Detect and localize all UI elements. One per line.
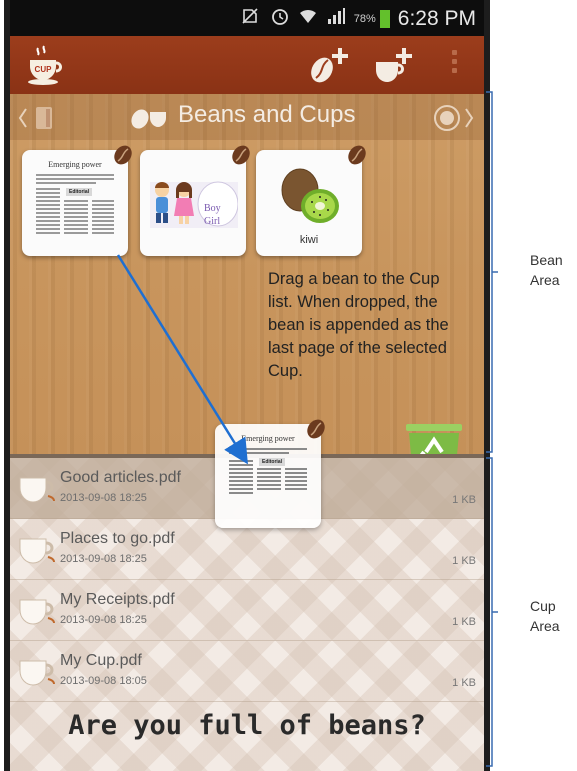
cup-icon <box>19 538 55 564</box>
drag-hint-text: Drag a bean to the Cup list. When droppe… <box>268 270 449 380</box>
status-icons: 78% 6:28 PM <box>242 6 476 31</box>
bean-area-annotation-line1: Bean <box>530 252 563 268</box>
coffee-bean-icon <box>307 419 325 439</box>
bean-area: Beans and Cups Emerging power Editorial … <box>10 94 484 489</box>
overflow-menu-icon[interactable] <box>452 50 458 77</box>
cup-size: 1 KB <box>452 616 476 628</box>
no-sim-icon <box>242 8 262 29</box>
dragged-bean[interactable]: Emerging power Editorial <box>215 419 325 528</box>
app-icon[interactable]: CUP <box>24 44 64 86</box>
add-cup-icon <box>376 48 412 82</box>
coffee-bean-icon <box>232 145 250 165</box>
alarm-icon <box>270 6 290 31</box>
cup-row[interactable]: Places to go.pdf 2013-09-08 18:25 1 KB <box>10 519 484 580</box>
kiwi-image <box>281 168 339 223</box>
cup-icon <box>19 660 55 686</box>
cup-icon <box>19 599 55 625</box>
action-bar: CUP <box>10 36 484 94</box>
cup-name: My Cup.pdf <box>60 652 142 669</box>
cup-row[interactable]: My Cup.pdf 2013-09-08 18:05 1 KB <box>10 641 484 702</box>
boy-caption: Boy <box>204 203 221 214</box>
cup-name: Places to go.pdf <box>60 530 175 547</box>
add-bean-button[interactable] <box>306 44 350 86</box>
boy-girl-caption: Boy Girl <box>204 202 244 228</box>
screen: 78% 6:28 PM CUP Beans and Cups Emerging … <box>10 0 484 771</box>
cup-name: Good articles.pdf <box>60 469 181 486</box>
app-icon-label: CUP <box>35 65 53 74</box>
dragged-section-label: Editorial <box>261 459 282 465</box>
girl-caption: Girl <box>204 216 221 227</box>
status-bar: 78% 6:28 PM <box>10 0 484 36</box>
signal-icon <box>326 7 346 30</box>
cup-area-annotation-line1: Cup <box>530 598 556 614</box>
previous-nav-button[interactable] <box>16 105 62 131</box>
cup-area-annotation: Cup Area <box>530 596 560 636</box>
cup-date: 2013-09-08 18:25 <box>60 553 147 565</box>
cup-date: 2013-09-08 18:25 <box>60 614 147 626</box>
dragged-document-thumbnail: Emerging power Editorial <box>225 434 311 520</box>
add-cup-button[interactable] <box>370 44 414 86</box>
clock: 6:28 PM <box>397 6 476 30</box>
phone-frame: 78% 6:28 PM CUP Beans and Cups Emerging … <box>4 0 490 771</box>
cup-area-annotation-line2: Area <box>530 618 560 634</box>
battery-icon <box>379 9 390 28</box>
bean-area-title: Beans and Cups <box>178 101 356 128</box>
cup-row[interactable]: My Receipts.pdf 2013-09-08 18:25 1 KB <box>10 580 484 641</box>
bean-card-document[interactable]: Emerging power Editorial <box>22 145 132 256</box>
cup-date: 2013-09-08 18:25 <box>60 492 147 504</box>
wifi-icon <box>298 7 318 30</box>
bean-card-boy-girl[interactable]: Boy Girl <box>140 145 250 256</box>
bean-area-annotation-line2: Area <box>530 272 560 288</box>
coffee-bean-icon <box>348 145 366 165</box>
battery-percent: 78% <box>353 12 376 25</box>
cup-name: My Receipts.pdf <box>60 591 175 608</box>
bean-title-bar: Beans and Cups <box>10 94 484 140</box>
chevron-left-icon <box>18 107 52 129</box>
chevron-right-icon <box>434 105 474 131</box>
document-section-label: Editorial <box>68 189 89 195</box>
footer-tagline: Are you full of beans? <box>68 710 426 741</box>
coffee-bean-icon <box>114 145 132 165</box>
cup-size: 1 KB <box>452 555 476 567</box>
cup-date: 2013-09-08 18:05 <box>60 675 147 687</box>
add-bean-icon <box>311 48 348 83</box>
next-nav-button[interactable] <box>430 103 476 133</box>
cup-size: 1 KB <box>452 677 476 689</box>
beans-and-cups-icon <box>128 104 172 130</box>
document-thumbnail: Emerging power Editorial <box>32 160 118 246</box>
cup-icon <box>19 477 55 503</box>
boy-girl-image: Boy Girl <box>150 174 239 232</box>
bean-area-annotation: Bean Area <box>530 250 563 290</box>
bean-card-kiwi[interactable]: kiwi <box>256 145 366 256</box>
kiwi-caption: kiwi <box>299 234 319 246</box>
cup-size: 1 KB <box>452 494 476 506</box>
